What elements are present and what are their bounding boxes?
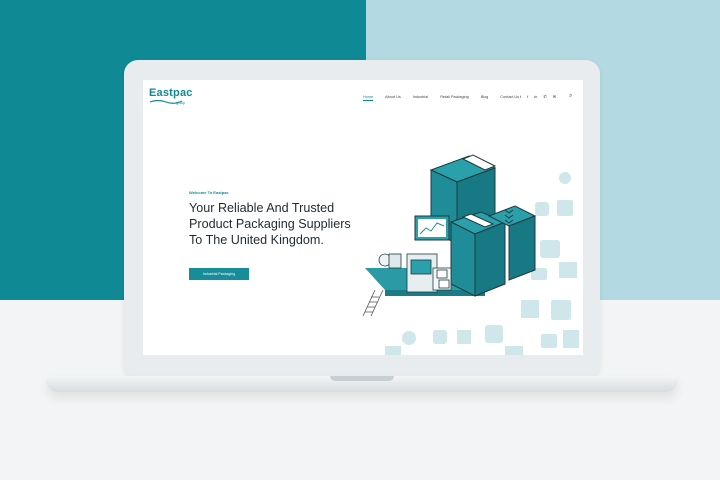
stairs (362, 289, 384, 317)
search-icon[interactable]: ⌕ (569, 93, 572, 100)
nav-retail-packaging[interactable]: Retail Packaging (440, 95, 469, 101)
twitter-icon[interactable]: t (520, 94, 521, 99)
monitor (414, 215, 450, 241)
nav-home[interactable]: Home (363, 95, 374, 101)
industrial-packaging-button[interactable]: Industrial Packaging (189, 268, 249, 280)
social-links: t f in ✆ ✉ (520, 94, 556, 99)
phone-icon[interactable]: ✆ (543, 94, 546, 99)
logo-name: Eastpac (149, 87, 193, 99)
laptop-screen: Eastpac group Home About Us Industrial R… (143, 80, 583, 355)
packaging-factory-illustration (362, 154, 579, 355)
nav-blog[interactable]: Blog (481, 95, 489, 101)
nav-industrial[interactable]: Industrial (413, 95, 428, 101)
mail-icon[interactable]: ✉ (553, 94, 556, 99)
site-logo[interactable]: Eastpac group (149, 87, 193, 105)
linkedin-icon[interactable]: in (534, 94, 537, 99)
nav-contact-us[interactable]: Contact Us (500, 95, 519, 101)
laptop-notch (330, 376, 394, 381)
facebook-icon[interactable]: f (527, 94, 528, 99)
nav-about-us[interactable]: About Us (385, 95, 401, 101)
logo-group: group (176, 101, 185, 105)
main-nav: Home About Us Industrial Retail Packagin… (363, 95, 519, 101)
welcome-label: Welcome To Eastpac (189, 190, 229, 195)
